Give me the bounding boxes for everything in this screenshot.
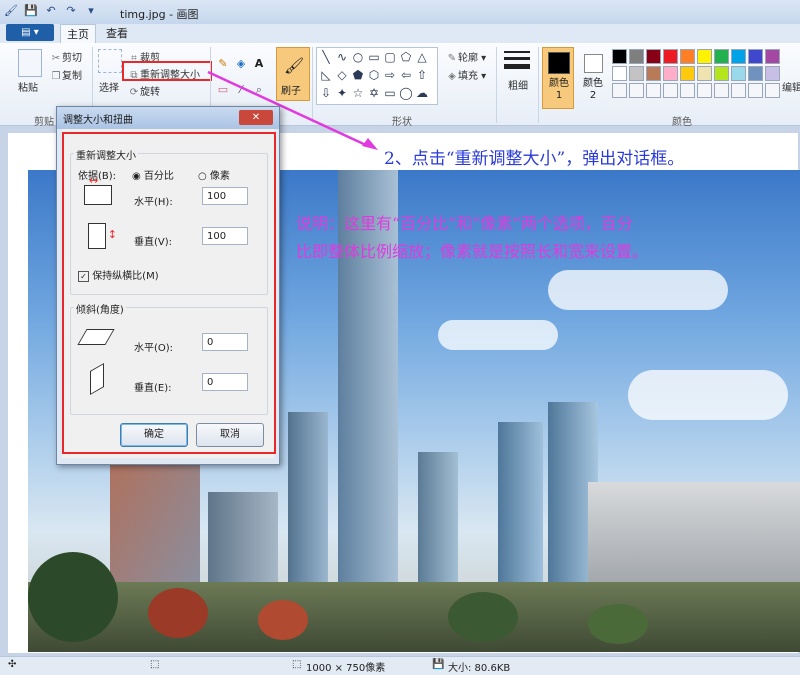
status-bar: ✣ ⬚ ⬚ 1000 × 750像素 💾 大小: 80.6KB — [0, 656, 800, 675]
dialog-close-button[interactable]: ✕ — [239, 110, 273, 125]
disk-icon: 💾 — [432, 659, 445, 670]
dialog-title-bar[interactable]: 调整大小和扭曲 ✕ — [57, 107, 279, 129]
resize-skew-dialog: 调整大小和扭曲 ✕ 重新调整大小 依据(B): ◉ 百分比 ○ 像素 ↔ 水平(… — [56, 106, 280, 465]
image-dimensions: 1000 × 750像素 — [306, 663, 386, 674]
file-size: 大小: 80.6KB — [448, 663, 511, 674]
cursor-position-icon: ✣ — [8, 659, 17, 670]
selection-size-icon: ⬚ — [150, 659, 160, 670]
image-size-icon: ⬚ — [292, 659, 302, 670]
dialog-title: 调整大小和扭曲 — [63, 115, 133, 126]
dialog-highlight-box — [62, 132, 276, 454]
